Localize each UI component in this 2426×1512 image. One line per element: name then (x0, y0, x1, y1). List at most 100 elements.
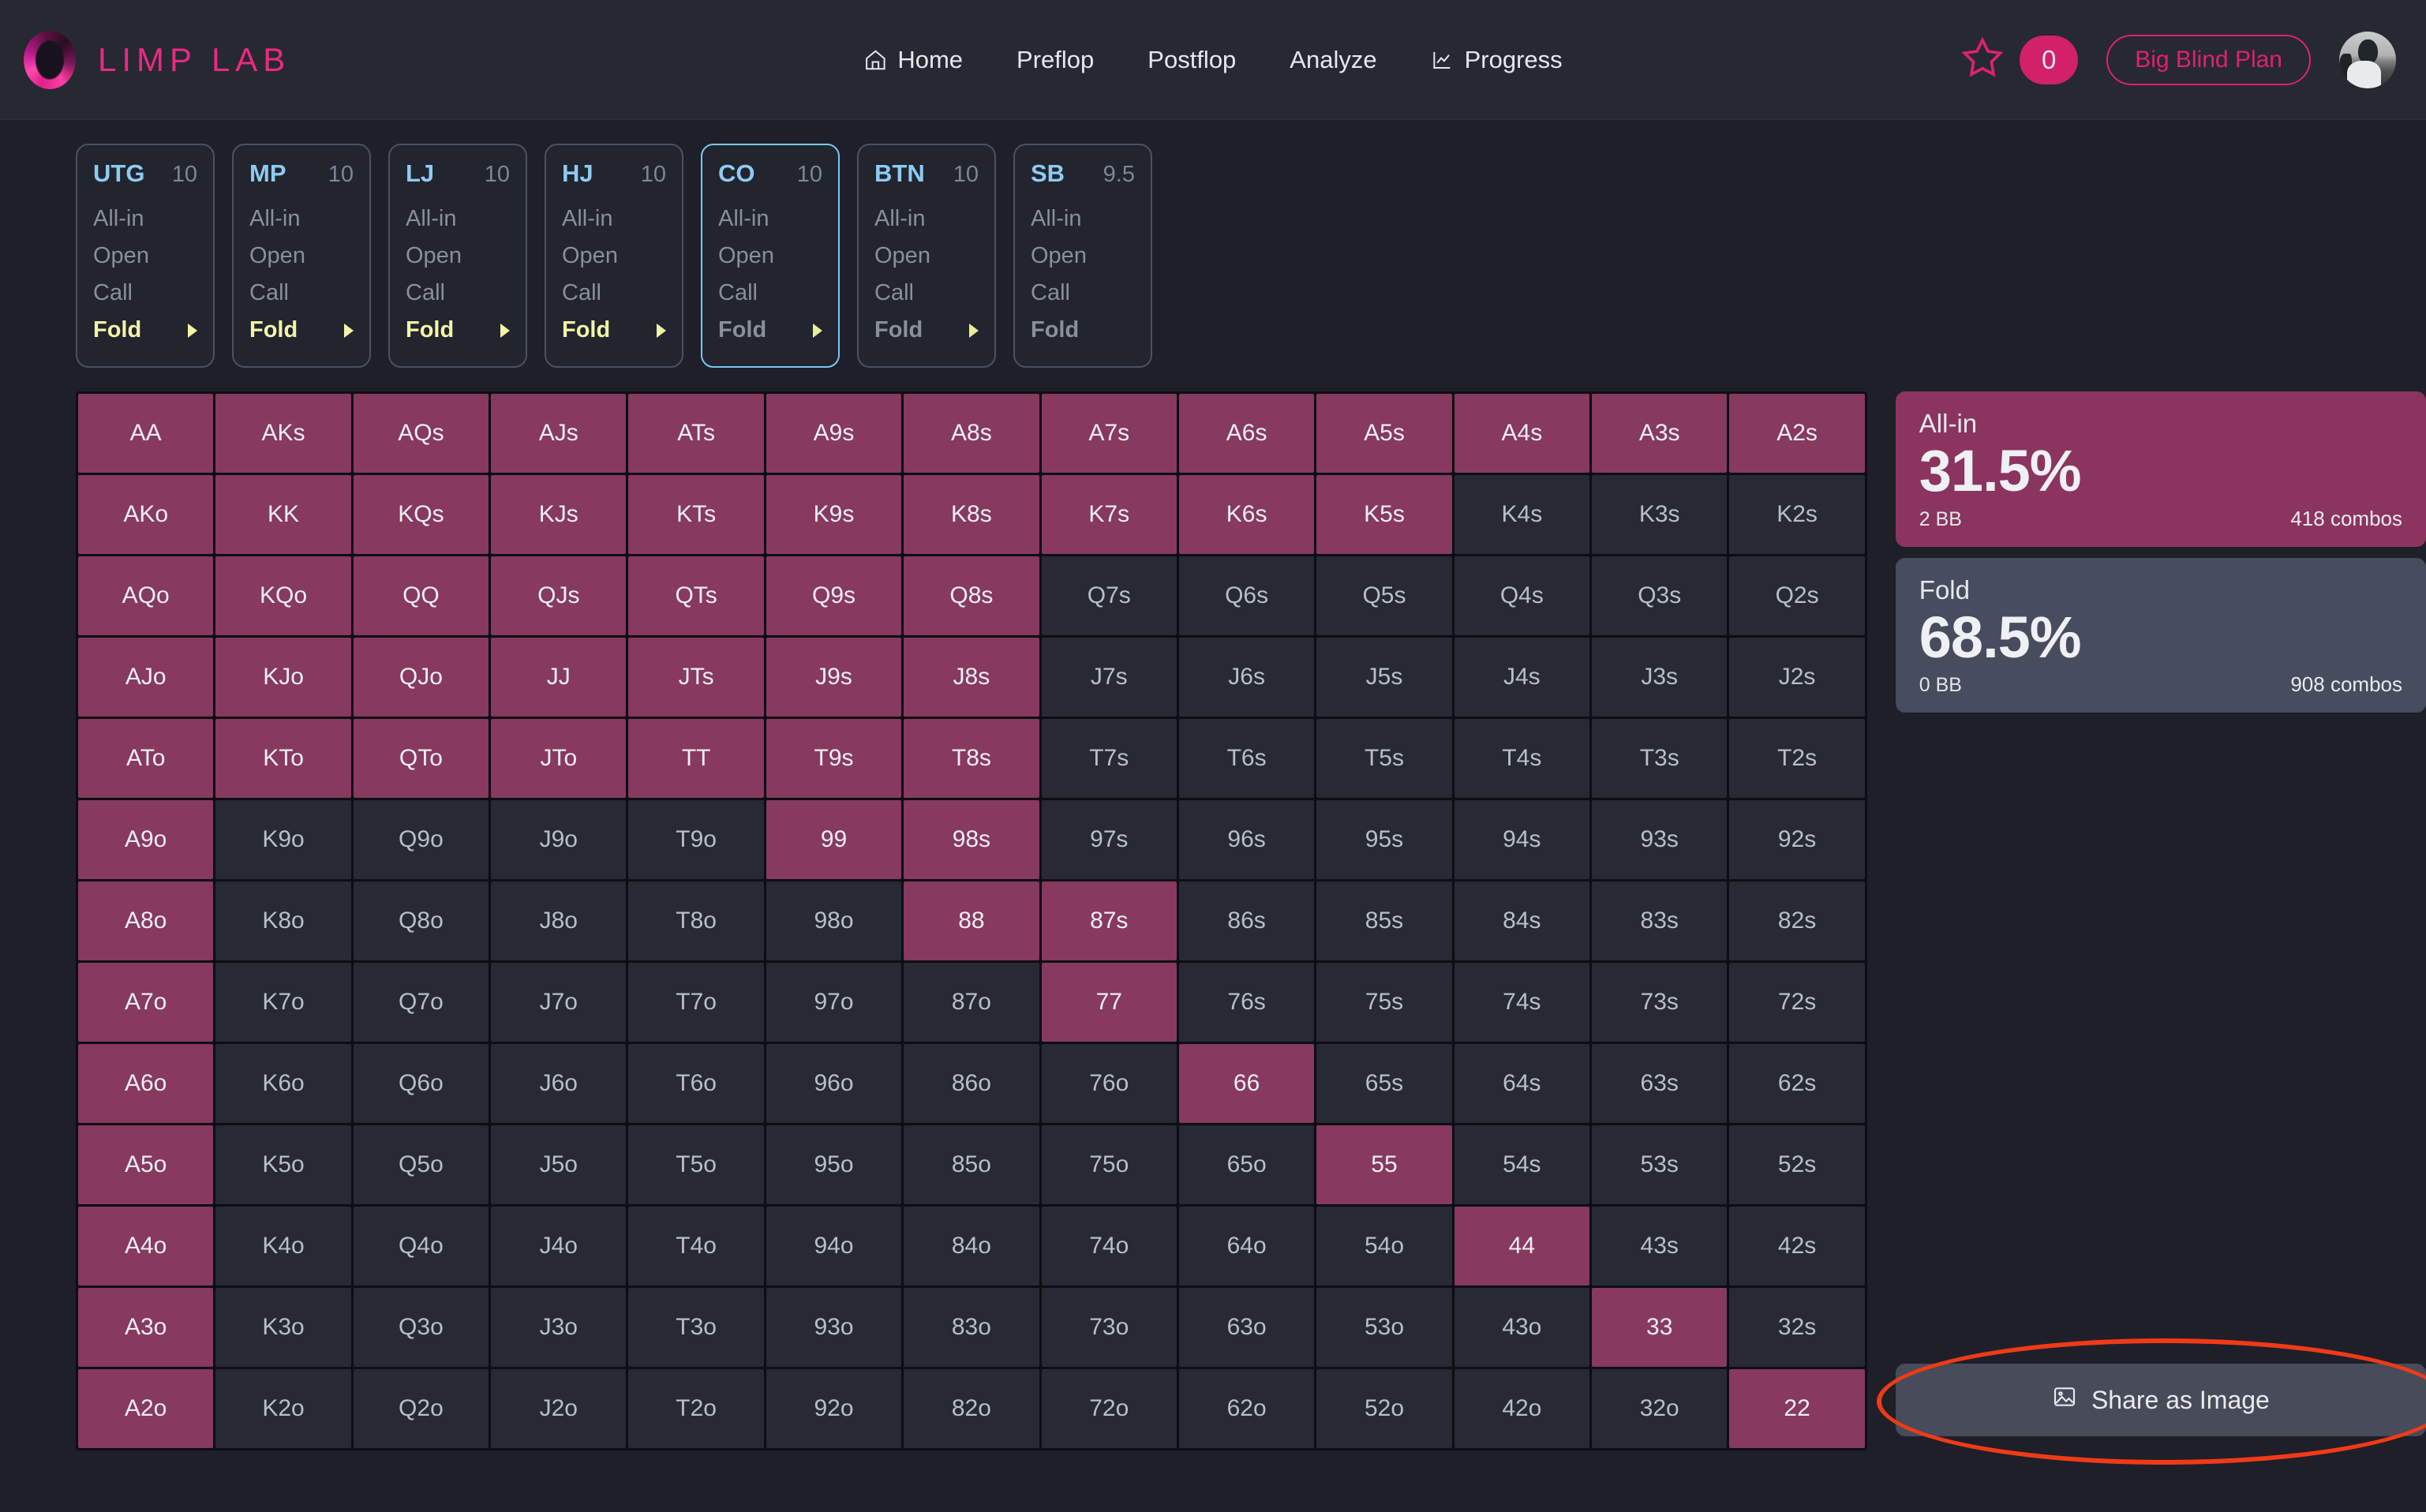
range-cell[interactable]: Q3s (1592, 556, 1728, 635)
range-cell[interactable]: 62s (1729, 1044, 1865, 1123)
range-cell[interactable]: T6o (628, 1044, 764, 1123)
range-cell[interactable]: AQs (353, 394, 489, 473)
range-cell[interactable]: JJ (491, 638, 627, 717)
range-cell[interactable]: T3s (1592, 719, 1728, 798)
range-cell[interactable]: 72s (1729, 963, 1865, 1042)
range-cell[interactable]: 53o (1316, 1288, 1452, 1367)
range-cell[interactable]: 44 (1454, 1207, 1590, 1286)
range-cell[interactable]: 82o (904, 1369, 1039, 1448)
range-cell[interactable]: J8s (904, 638, 1039, 717)
range-cell[interactable]: 86s (1178, 881, 1315, 960)
position-option-fold[interactable]: Fold (406, 312, 510, 349)
range-cell[interactable]: J6s (1178, 638, 1315, 717)
range-cell[interactable]: 93s (1592, 800, 1728, 879)
range-cell[interactable]: KJs (491, 475, 627, 554)
range-cell[interactable]: 74s (1454, 963, 1590, 1042)
range-cell[interactable]: 99 (766, 800, 902, 879)
position-card-co[interactable]: CO 10 All-in Open Call Fold (701, 144, 840, 368)
range-cell[interactable]: J6o (491, 1044, 627, 1123)
range-cell[interactable]: 62o (1178, 1369, 1315, 1448)
range-cell[interactable]: 53s (1592, 1125, 1728, 1204)
range-cell[interactable]: TT (628, 719, 764, 798)
range-cell[interactable]: Q7o (353, 963, 489, 1042)
range-cell[interactable]: ATo (78, 719, 214, 798)
range-cell[interactable]: K5s (1316, 475, 1452, 554)
range-cell[interactable]: AJs (491, 394, 627, 473)
range-cell[interactable]: AQo (78, 556, 214, 635)
range-cell[interactable]: JTs (628, 638, 764, 717)
position-option-fold[interactable]: Fold (562, 312, 666, 349)
position-option-call[interactable]: Call (718, 275, 822, 312)
range-cell[interactable]: 97s (1041, 800, 1177, 879)
range-cell[interactable]: K8o (215, 881, 351, 960)
nav-item-progress[interactable]: Progress (1431, 46, 1563, 74)
range-cell[interactable]: QTs (628, 556, 764, 635)
range-cell[interactable]: A7s (1041, 394, 1177, 473)
range-cell[interactable]: J2s (1729, 638, 1865, 717)
position-option-call[interactable]: Call (874, 275, 979, 312)
position-option-fold[interactable]: Fold (1031, 312, 1135, 349)
range-cell[interactable]: Q5s (1316, 556, 1452, 635)
position-option-open[interactable]: Open (1031, 238, 1135, 275)
position-option-open[interactable]: Open (406, 238, 510, 275)
position-option-call[interactable]: Call (1031, 275, 1135, 312)
range-cell[interactable]: 87o (904, 963, 1039, 1042)
range-cell[interactable]: 98o (766, 881, 902, 960)
range-cell[interactable]: T7o (628, 963, 764, 1042)
range-cell[interactable]: Q2s (1729, 556, 1865, 635)
range-cell[interactable]: J3s (1592, 638, 1728, 717)
range-cell[interactable]: A8o (78, 881, 214, 960)
range-cell[interactable]: Q9s (766, 556, 902, 635)
position-option-open[interactable]: Open (93, 238, 197, 275)
range-cell[interactable]: A6o (78, 1044, 214, 1123)
range-cell[interactable]: 54s (1454, 1125, 1590, 1204)
range-matrix[interactable]: AA AKs AQs AJs ATs A9s A8s A7s A6s A5s A4s A3s A2s AK… (76, 391, 1867, 1450)
nav-item-analyze[interactable]: Analyze (1290, 46, 1376, 74)
range-cell[interactable]: A3s (1592, 394, 1728, 473)
range-cell[interactable]: T3o (628, 1288, 764, 1367)
range-cell[interactable]: 85o (904, 1125, 1039, 1204)
range-cell[interactable]: 75s (1316, 963, 1452, 1042)
range-cell[interactable]: J5s (1316, 638, 1452, 717)
position-option-all-in[interactable]: All-in (406, 200, 510, 238)
range-cell[interactable]: J7o (491, 963, 627, 1042)
range-cell[interactable]: K8s (904, 475, 1039, 554)
range-cell[interactable]: JTo (491, 719, 627, 798)
range-cell[interactable]: 63o (1178, 1288, 1315, 1367)
range-cell[interactable]: T4o (628, 1207, 764, 1286)
position-card-btn[interactable]: BTN 10 All-in Open Call Fold (857, 144, 996, 368)
position-option-all-in[interactable]: All-in (1031, 200, 1135, 238)
position-option-open[interactable]: Open (249, 238, 354, 275)
position-option-fold[interactable]: Fold (874, 312, 979, 349)
range-cell[interactable]: K6s (1178, 475, 1315, 554)
range-cell[interactable]: 82s (1729, 881, 1865, 960)
favorites-group[interactable]: 0 (1960, 35, 2079, 84)
share-as-image-button[interactable]: Share as Image (1895, 1364, 2426, 1436)
range-cell[interactable]: Q6o (353, 1044, 489, 1123)
range-cell[interactable]: 88 (904, 881, 1039, 960)
range-cell[interactable]: T4s (1454, 719, 1590, 798)
position-option-all-in[interactable]: All-in (874, 200, 979, 238)
position-option-fold[interactable]: Fold (249, 312, 354, 349)
range-cell[interactable]: 75o (1041, 1125, 1177, 1204)
range-cell[interactable]: K2o (215, 1369, 351, 1448)
range-cell[interactable]: ATs (628, 394, 764, 473)
range-cell[interactable]: K4o (215, 1207, 351, 1286)
range-cell[interactable]: A4o (78, 1207, 214, 1286)
range-cell[interactable]: Q4s (1454, 556, 1590, 635)
range-cell[interactable]: Q5o (353, 1125, 489, 1204)
range-cell[interactable]: A9s (766, 394, 902, 473)
range-cell[interactable]: KJo (215, 638, 351, 717)
position-option-all-in[interactable]: All-in (93, 200, 197, 238)
range-cell[interactable]: QTo (353, 719, 489, 798)
range-cell[interactable]: J2o (491, 1369, 627, 1448)
range-cell[interactable]: Q7s (1041, 556, 1177, 635)
range-cell[interactable]: QJo (353, 638, 489, 717)
range-cell[interactable]: KK (215, 475, 351, 554)
range-cell[interactable]: 73o (1041, 1288, 1177, 1367)
range-cell[interactable]: Q8o (353, 881, 489, 960)
range-cell[interactable]: 85s (1316, 881, 1452, 960)
nav-item-postflop[interactable]: Postflop (1147, 46, 1236, 74)
position-card-hj[interactable]: HJ 10 All-in Open Call Fold (545, 144, 683, 368)
range-cell[interactable]: T5s (1316, 719, 1452, 798)
